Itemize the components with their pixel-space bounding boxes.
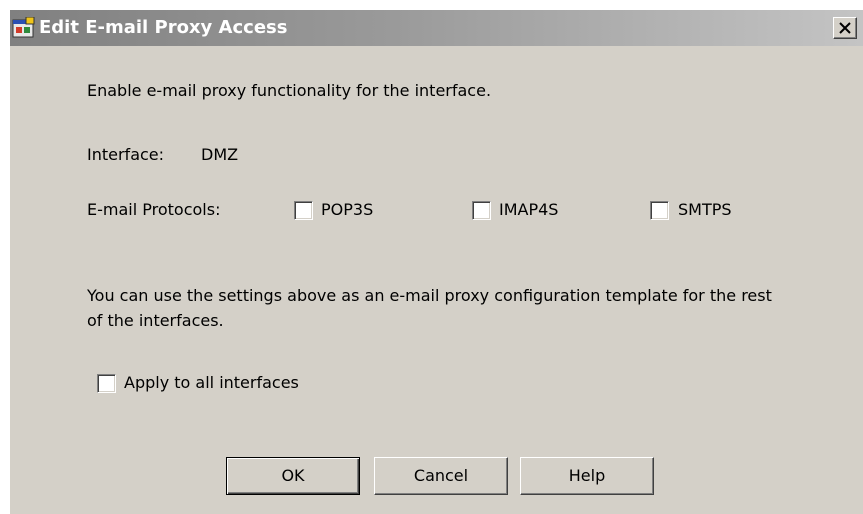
- cancel-button[interactable]: Cancel: [374, 457, 508, 495]
- interface-label: Interface:: [87, 145, 165, 164]
- imap4s-label: IMAP4S: [499, 200, 559, 219]
- smtps-label: SMTPS: [678, 200, 732, 219]
- imap4s-checkbox[interactable]: [472, 201, 491, 220]
- pop3s-label: POP3S: [321, 200, 374, 219]
- ok-button[interactable]: OK: [226, 457, 360, 495]
- title-bar: Edit E-mail Proxy Access: [10, 10, 863, 46]
- app-window-icon: [12, 16, 36, 39]
- window-title: Edit E-mail Proxy Access: [39, 17, 288, 38]
- smtps-checkbox[interactable]: [650, 201, 669, 220]
- close-button[interactable]: [833, 17, 857, 39]
- interface-value: DMZ: [201, 145, 239, 164]
- pop3s-checkbox[interactable]: [294, 201, 313, 220]
- template-note-text: You can use the settings above as an e-m…: [87, 286, 772, 330]
- help-button[interactable]: Help: [520, 457, 654, 495]
- edit-email-proxy-dialog: Edit E-mail Proxy Access Enable e-mail p…: [10, 10, 863, 514]
- apply-all-checkbox[interactable]: [97, 374, 116, 393]
- protocols-label: E-mail Protocols:: [87, 200, 221, 219]
- apply-all-label: Apply to all interfaces: [124, 373, 299, 392]
- description-text: Enable e-mail proxy functionality for th…: [87, 81, 492, 100]
- close-icon: [839, 22, 851, 34]
